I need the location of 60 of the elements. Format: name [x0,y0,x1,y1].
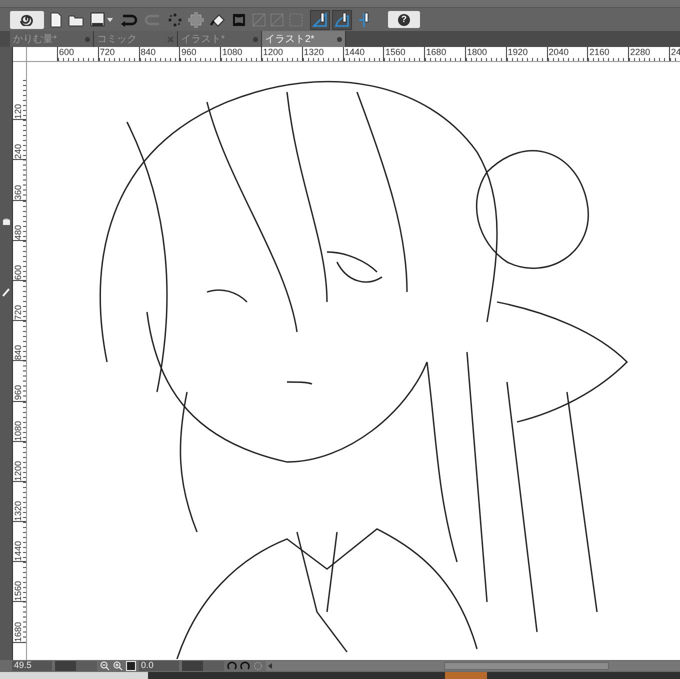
scroll-left-icon[interactable] [266,661,274,671]
undo-icon[interactable] [120,12,138,26]
ruler-label: 720 [13,304,23,320]
ruler-label: 1680 [425,47,446,57]
ruler-label: 1440 [344,47,365,57]
ruler-label: 600 [13,264,23,280]
rotation-field[interactable]: 0.0 [139,661,179,671]
scroll-thumb[interactable] [444,662,609,670]
ruler-label: 1080 [221,47,242,57]
ruler-label: 120 [13,103,23,120]
rotation-slider[interactable] [182,661,224,671]
transform-icon[interactable] [232,12,246,26]
ruler-label: 1560 [384,47,406,57]
open-folder-icon[interactable] [68,12,84,26]
rotate-left-icon[interactable] [227,661,237,671]
rotate-right-icon[interactable] [240,661,250,671]
help-button[interactable]: ? [388,11,420,28]
swirl-icon [19,14,35,26]
document-tab[interactable]: イラスト* [178,31,262,47]
reset-rotation-icon[interactable] [253,661,263,671]
zoom-field[interactable]: 49.5 [12,661,52,671]
ruler-label: 360 [13,184,23,200]
tool-icon [2,287,10,297]
ruler-label: 600 [58,47,74,57]
bucket-icon[interactable] [210,12,226,26]
dots-icon[interactable] [168,12,182,26]
fit-icon[interactable] [126,661,136,671]
zoom-slider[interactable] [55,661,97,671]
ruler-label: 840 [140,47,156,57]
ruler-label: 960 [13,384,23,400]
snap-button[interactable] [310,10,330,30]
ruler-label: 720 [98,47,115,57]
window-caret-icon[interactable] [90,12,114,28]
document-tab[interactable]: かりむ量* [10,31,94,47]
ruler-label: 1320 [13,500,23,522]
ruler-label: 1560 [13,580,23,602]
new-file-icon[interactable] [50,12,62,28]
ruler-label: 2040 [548,47,569,57]
zoom-out-icon[interactable] [100,661,110,671]
ruler-label: 1800 [466,47,487,57]
ruler-label: 1200 [262,47,284,57]
ruler-label: 480 [13,224,23,240]
ruler-label: 240 [13,143,23,160]
ruler-label: 840 [13,344,23,360]
document-tab[interactable]: コミック [94,31,178,47]
document-tab[interactable]: イラスト2* [262,31,346,47]
ruler-label: 1200 [13,460,23,481]
horizontal-scrollbar[interactable] [266,661,680,671]
cup-icon [2,217,10,227]
ruler-label: 1440 [13,540,23,562]
ruler-label: 1920 [506,47,528,57]
ruler-label: 1680 [13,620,23,642]
snap-button[interactable] [332,10,352,30]
zoom-in-icon[interactable] [113,661,123,671]
ruler-label: 1080 [13,420,23,441]
ruler-label: 960 [180,47,196,57]
ruler-label: 2280 [629,47,650,57]
ruler-label: 1320 [302,47,324,57]
ruler-label: 2160 [588,47,610,57]
app-logo-button[interactable] [10,10,44,28]
